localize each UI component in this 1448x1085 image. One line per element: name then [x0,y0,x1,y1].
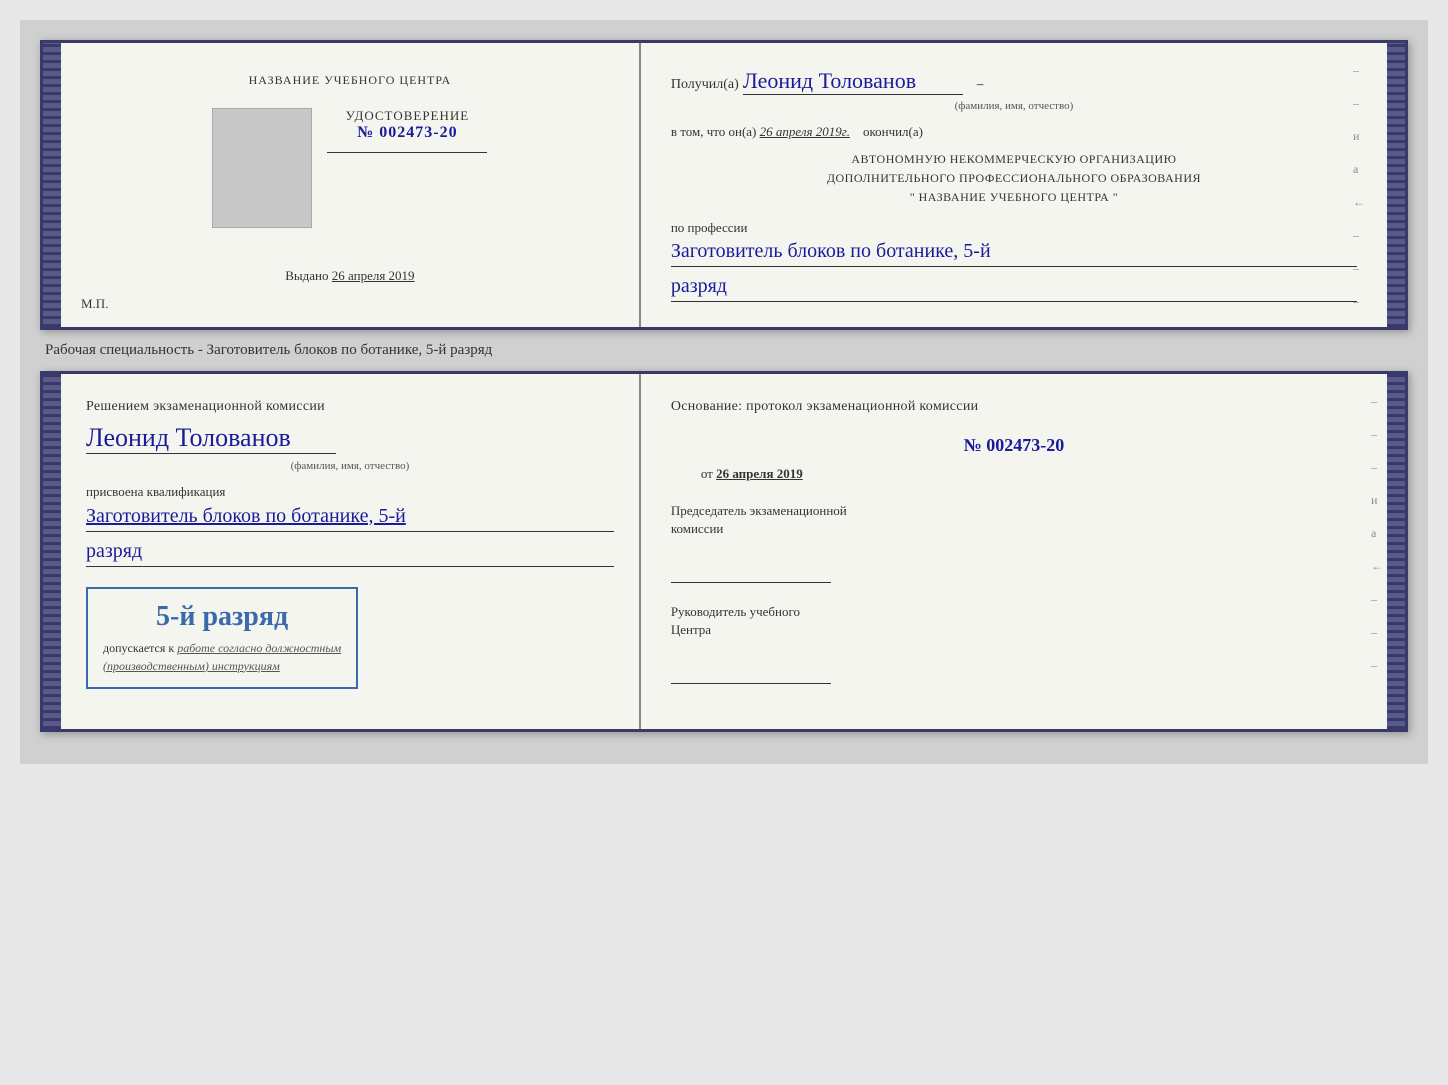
dopuskaetsya-text: допускается к [103,641,174,655]
stamp-razryad: 5-й разряд [103,601,341,633]
ot-date-val: 26 апреля 2019 [716,466,803,481]
top-cert-left-page: НАЗВАНИЕ УЧЕБНОГО ЦЕНТРА УДОСТОВЕРЕНИЕ №… [61,43,641,327]
vydano-line: Выдано 26 апреля 2019 [285,268,414,284]
poluchil-prefix: Получил(а) [671,77,739,92]
dopuskaetsya-rest: работе согласно должностным [177,641,341,655]
fio-label-top: (фамилия, имя, отчество) [671,100,1357,112]
vydano-date: 26 апреля 2019 [332,268,415,283]
org-line2: ДОПОЛНИТЕЛЬНОГО ПРОФЕССИОНАЛЬНОГО ОБРАЗО… [671,169,1357,188]
book-spine-right-top [1387,43,1405,327]
org-block: АВТОНОМНУЮ НЕКОММЕРЧЕСКУЮ ОРГАНИЗАЦИЮ ДО… [671,150,1357,208]
razryad-bottom: разряд [86,540,614,567]
person-name-block: Леонид Толованов [86,423,614,457]
book-spine-right-bottom [1387,374,1405,730]
top-cert-right-page: Получил(а) Леонид Толованов – (фамилия, … [641,43,1387,327]
org-line3: " НАЗВАНИЕ УЧЕБНОГО ЦЕНТРА " [671,188,1357,207]
poluchil-name: Леонид Толованов [743,68,963,95]
udostoverenie-block: УДОСТОВЕРЕНИЕ № 002473-20 [327,108,487,163]
predsedatel-block: Председатель экзаменационной комиссии [671,502,1357,583]
ot-date-row: от 26 апреля 2019 [671,466,1357,482]
rukovoditel-signature-line [671,664,831,684]
poluchil-row: Получил(а) Леонид Толованов – [671,68,1357,95]
top-certificate-book: НАЗВАНИЕ УЧЕБНОГО ЦЕНТРА УДОСТОВЕРЕНИЕ №… [40,40,1408,330]
udostoverenie-number: № 002473-20 [327,124,487,142]
mp-label: М.П. [81,296,108,312]
photo-placeholder [212,108,312,228]
udostoverenie-title: УДОСТОВЕРЕНИЕ [327,108,487,124]
rukovoditel-title: Руководитель учебного Центра [671,603,1357,639]
specialty-label: Рабочая специальность - Заготовитель бло… [45,342,1408,359]
predsedatel-title: Председатель экзаменационной комиссии [671,502,1357,538]
instrukciyi: (производственным) инструкциям [103,659,280,673]
resheniem-text: Решением экзаменационной комиссии [86,399,614,415]
ot-label: от [701,466,713,481]
dopuskaetsya-line: допускается к работе согласно должностны… [103,639,341,675]
razryad-top: разряд [671,275,1357,302]
kvalifikaciya-name: Заготовитель блоков по ботанике, 5-й [86,505,614,532]
vtom-line: в том, что он(а) 26 апреля 2019г. окончи… [671,124,1357,140]
bottom-certificate-book: Решением экзаменационной комиссии Леонид… [40,371,1408,733]
protocol-number: № 002473-20 [671,435,1357,456]
person-name-bottom: Леонид Толованов [86,423,336,454]
rukovoditel-line2: Центра [671,622,711,637]
bottom-cert-left-page: Решением экзаменационной комиссии Леонид… [61,374,641,730]
fio-label-bottom: (фамилия, имя, отчество) [86,460,614,472]
po-professii-label: по профессии [671,220,1357,236]
predsedatel-signature-line [671,563,831,583]
osnovanie-title: Основание: протокол экзаменационной коми… [671,399,1357,415]
stamp-box: 5-й разряд допускается к работе согласно… [86,587,358,689]
rukovoditel-line1: Руководитель учебного [671,604,800,619]
vtom-prefix: в том, что он(а) [671,124,757,139]
rukovoditel-block: Руководитель учебного Центра [671,603,1357,684]
bottom-cert-right-page: Основание: протокол экзаменационной коми… [641,374,1387,730]
right-dashes: – – и а ← – – – [1353,63,1365,309]
predsedatel-line1: Председатель экзаменационной [671,503,847,518]
vtom-date: 26 апреля 2019г. [760,124,850,139]
book-spine-left-bottom [43,374,61,730]
page-wrapper: НАЗВАНИЕ УЧЕБНОГО ЦЕНТРА УДОСТОВЕРЕНИЕ №… [20,20,1428,764]
predsedatel-line2: комиссии [671,521,724,536]
book-spine-left [43,43,61,327]
org-line1: АВТОНОМНУЮ НЕКОММЕРЧЕСКУЮ ОРГАНИЗАЦИЮ [671,150,1357,169]
institution-label-top: НАЗВАНИЕ УЧЕБНОГО ЦЕНТРА [249,73,452,88]
right-dashes-bottom: – – – и а ← – – – [1371,394,1383,673]
prisvoena-label: присвоена квалификация [86,484,614,500]
professiya-name: Заготовитель блоков по ботанике, 5-й [671,240,1357,267]
vydano-label: Выдано [285,268,328,283]
okonchil-label: окончил(а) [863,124,923,139]
